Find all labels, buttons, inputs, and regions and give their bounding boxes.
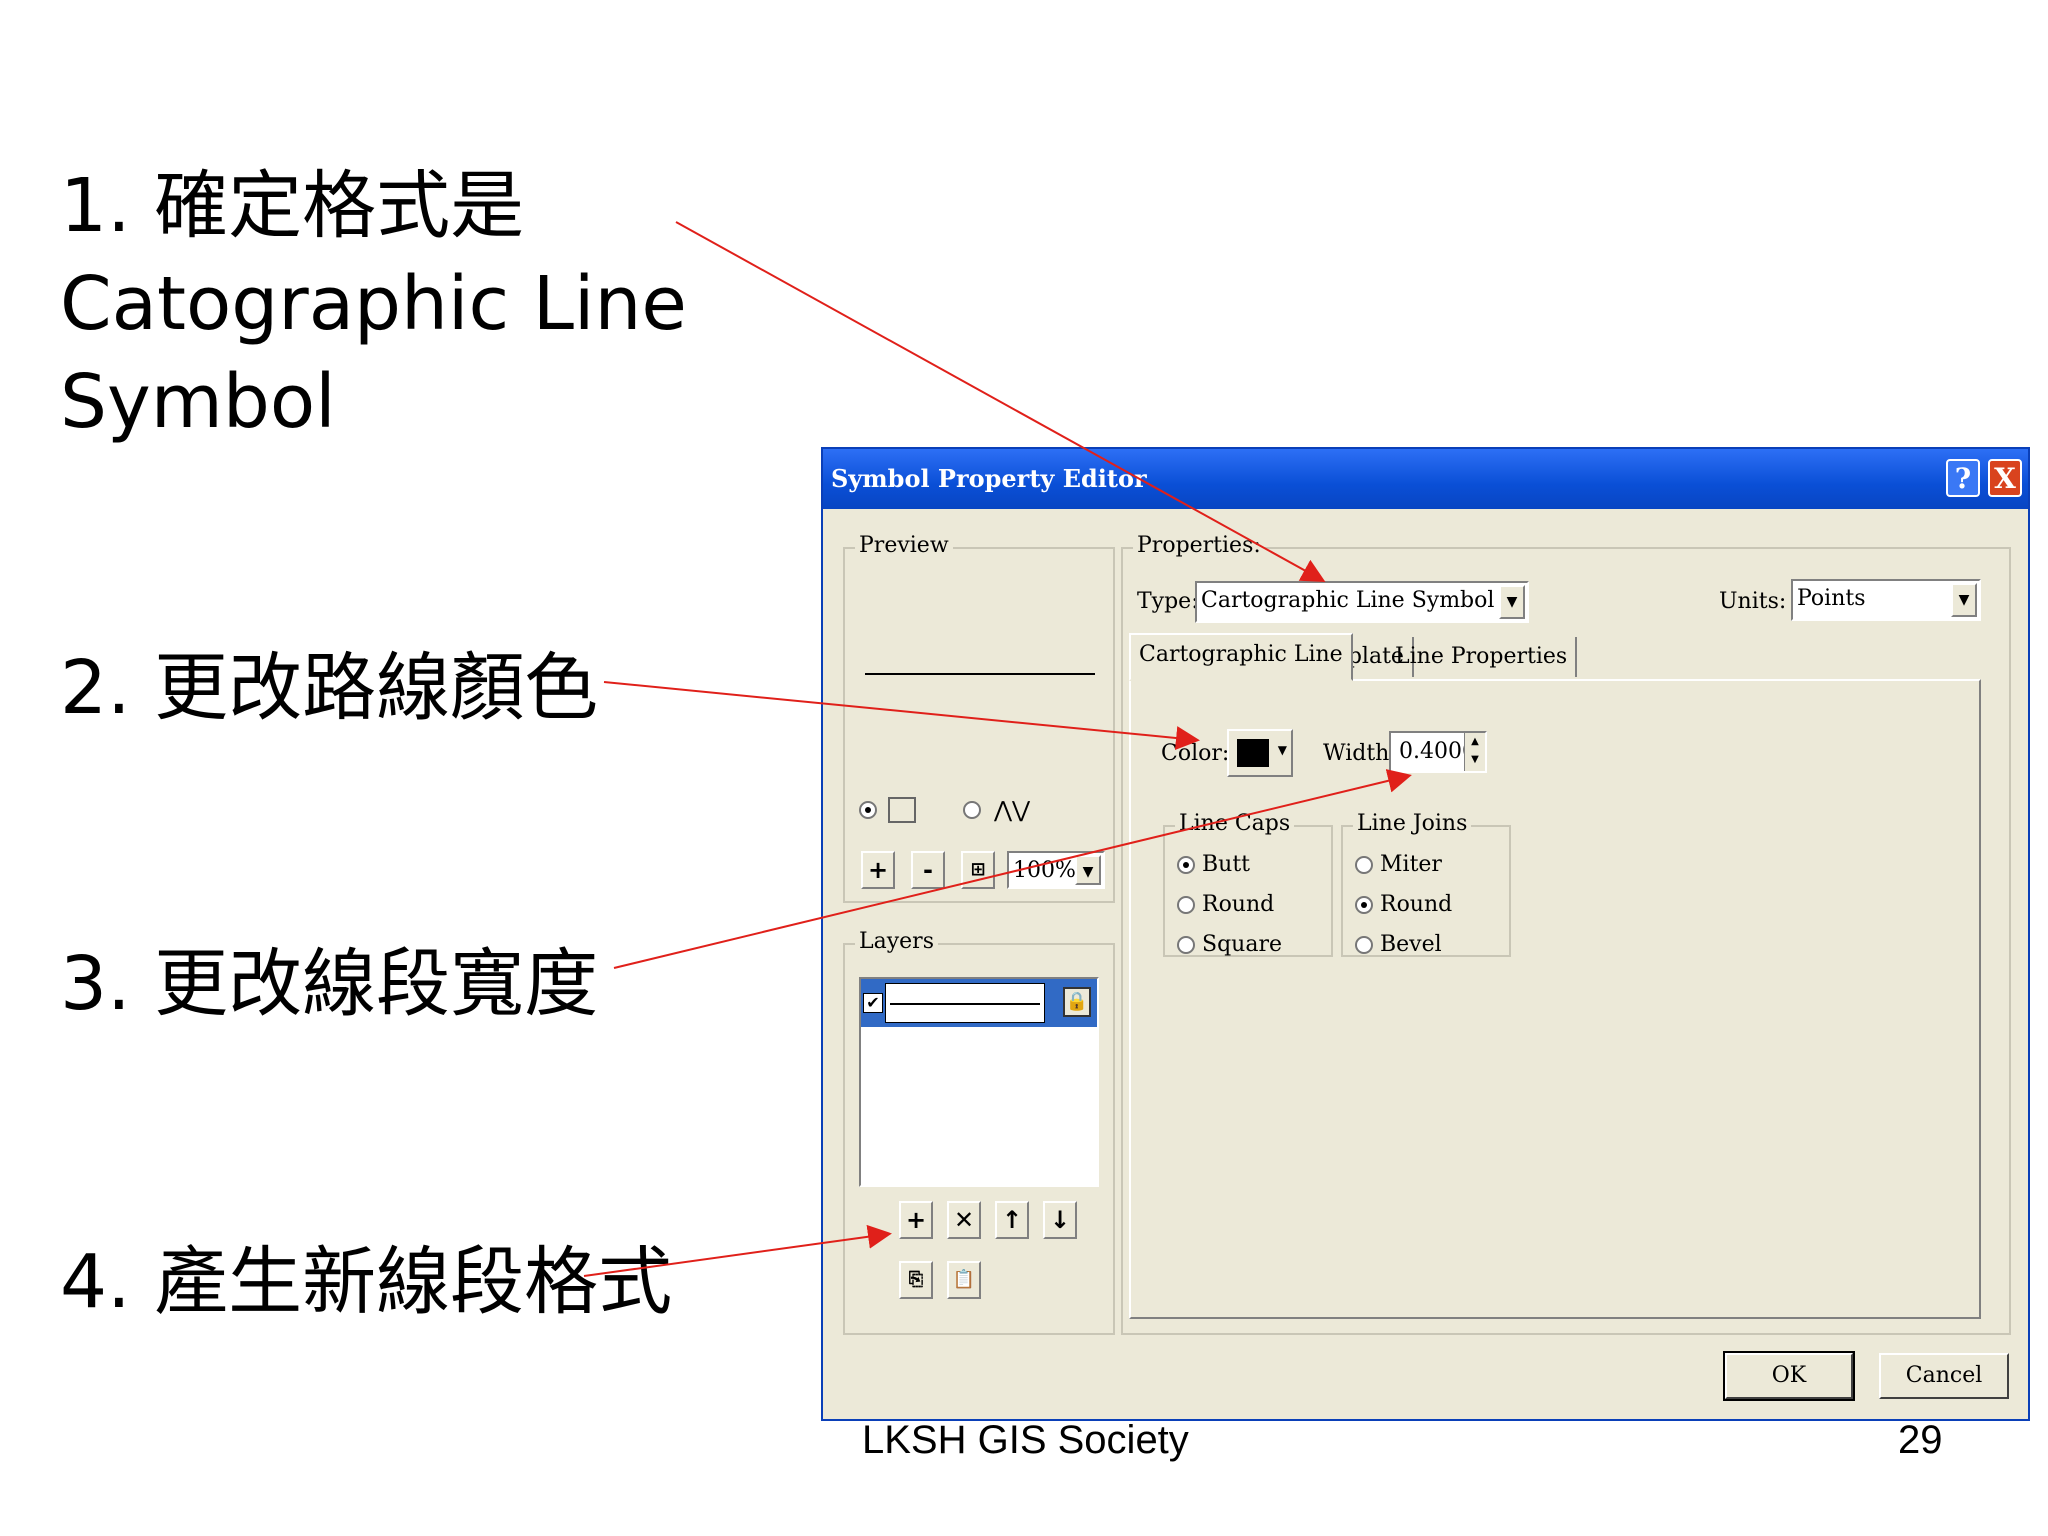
- line-join-miter-radio[interactable]: [1355, 856, 1373, 874]
- step-1-line-3: Symbol: [60, 359, 336, 445]
- title-bar[interactable]: Symbol Property Editor ? X: [823, 449, 2028, 509]
- zoom-out-button[interactable]: -: [911, 851, 945, 889]
- line-cap-round-label: Round: [1202, 892, 1275, 917]
- move-layer-down-button[interactable]: ↓: [1043, 1201, 1077, 1239]
- line-mode-icon: [888, 797, 916, 823]
- zoom-select[interactable]: 100% ▼: [1007, 851, 1105, 889]
- preview-mode-options: ⋀⋁: [859, 797, 1030, 823]
- color-swatch: [1237, 739, 1269, 767]
- help-button[interactable]: ?: [1946, 459, 1980, 497]
- footer-society: LKSH GIS Society: [862, 1418, 1189, 1462]
- ok-button[interactable]: OK: [1723, 1351, 1855, 1401]
- step-1-line-2: Catographic Line: [60, 261, 687, 347]
- zoom-value: 100%: [1013, 858, 1076, 883]
- paste-layer-button[interactable]: 📋: [947, 1261, 981, 1299]
- close-button[interactable]: X: [1988, 459, 2022, 497]
- line-cap-butt-option[interactable]: Butt: [1177, 845, 1282, 885]
- line-join-round-option[interactable]: Round: [1355, 885, 1452, 925]
- preview-mode-zigzag-radio[interactable]: [963, 801, 981, 819]
- zoom-in-button[interactable]: +: [861, 851, 895, 889]
- step-3: 3. 更改線段寬度: [60, 941, 599, 1027]
- width-spinner[interactable]: 0.4000 ▲ ▼: [1389, 731, 1487, 773]
- units-value: Points: [1797, 586, 1866, 611]
- layer-row-selected[interactable]: ✔ 🔒: [861, 979, 1097, 1027]
- layer-lock-icon[interactable]: 🔒: [1063, 987, 1091, 1017]
- line-caps-label: Line Caps: [1175, 811, 1295, 836]
- preview-label: Preview: [855, 533, 953, 558]
- layers-group: Layers ✔ 🔒 + ✕ ↑ ↓ ⎘ 📋: [843, 929, 1115, 1335]
- layers-label: Layers: [855, 929, 938, 954]
- zigzag-mode-icon: ⋀⋁: [994, 797, 1031, 823]
- cancel-button[interactable]: Cancel: [1879, 1353, 2009, 1399]
- preview-line-sample: [865, 673, 1095, 675]
- line-caps-group: Line Caps Butt Round Square: [1163, 811, 1333, 957]
- line-cap-butt-radio[interactable]: [1177, 856, 1195, 874]
- properties-label: Properties:: [1133, 533, 1265, 558]
- line-cap-butt-label: Butt: [1202, 852, 1251, 877]
- units-label: Units:: [1719, 589, 1787, 614]
- zoom-dropdown-arrow-icon[interactable]: ▼: [1075, 855, 1101, 885]
- layers-list[interactable]: ✔ 🔒: [859, 977, 1099, 1187]
- color-dropdown-arrow-icon: ▼: [1277, 743, 1287, 757]
- line-cap-round-option[interactable]: Round: [1177, 885, 1282, 925]
- copy-layer-button[interactable]: ⎘: [899, 1261, 933, 1299]
- preview-group: Preview ⋀⋁ + - ⊞ 100% ▼: [843, 533, 1115, 903]
- units-select[interactable]: Points ▼: [1791, 579, 1981, 621]
- line-join-round-radio[interactable]: [1355, 896, 1373, 914]
- line-cap-square-option[interactable]: Square: [1177, 925, 1282, 965]
- line-join-miter-option[interactable]: Miter: [1355, 845, 1452, 885]
- color-label: Color:: [1161, 741, 1230, 766]
- line-joins-group: Line Joins Miter Round Bevel: [1341, 811, 1511, 957]
- line-join-miter-label: Miter: [1380, 852, 1442, 877]
- step-2: 2. 更改路線顏色: [60, 645, 599, 731]
- spin-arrows-icon[interactable]: ▲ ▼: [1464, 733, 1485, 771]
- add-layer-button[interactable]: +: [899, 1201, 933, 1239]
- tab-cartographic-line[interactable]: Cartographic Line: [1129, 633, 1353, 681]
- step-4: 4. 產生新線段格式: [60, 1239, 673, 1325]
- type-dropdown-arrow-icon[interactable]: ▼: [1499, 585, 1525, 619]
- layer-visible-checkbox[interactable]: ✔: [863, 993, 883, 1013]
- width-label: Width:: [1323, 741, 1397, 766]
- line-cap-square-label: Square: [1202, 932, 1282, 957]
- dialog-title: Symbol Property Editor: [831, 464, 1147, 493]
- preview-mode-line-radio[interactable]: [859, 801, 877, 819]
- line-joins-label: Line Joins: [1353, 811, 1472, 836]
- step-1-line-1: 1. 確定格式是: [60, 163, 525, 249]
- layer-line-swatch: [885, 983, 1045, 1023]
- symbol-property-editor-dialog: Symbol Property Editor ? X Preview ⋀⋁ + …: [821, 447, 2030, 1421]
- type-label: Type:: [1137, 589, 1199, 614]
- type-value: Cartographic Line Symbol: [1201, 588, 1495, 613]
- actual-size-button[interactable]: ⊞: [961, 851, 995, 889]
- line-join-bevel-option[interactable]: Bevel: [1355, 925, 1452, 965]
- units-dropdown-arrow-icon[interactable]: ▼: [1951, 583, 1977, 617]
- type-select[interactable]: Cartographic Line Symbol ▼: [1195, 581, 1529, 623]
- line-cap-square-radio[interactable]: [1177, 936, 1195, 954]
- line-join-round-label: Round: [1380, 892, 1453, 917]
- line-join-bevel-label: Bevel: [1380, 932, 1442, 957]
- tab-line-properties[interactable]: Line Properties: [1387, 637, 1578, 677]
- page-number: 29: [1898, 1418, 1943, 1462]
- delete-layer-button[interactable]: ✕: [947, 1201, 981, 1239]
- line-cap-round-radio[interactable]: [1177, 896, 1195, 914]
- line-join-bevel-radio[interactable]: [1355, 936, 1373, 954]
- color-picker-button[interactable]: ▼: [1227, 729, 1293, 777]
- move-layer-up-button[interactable]: ↑: [995, 1201, 1029, 1239]
